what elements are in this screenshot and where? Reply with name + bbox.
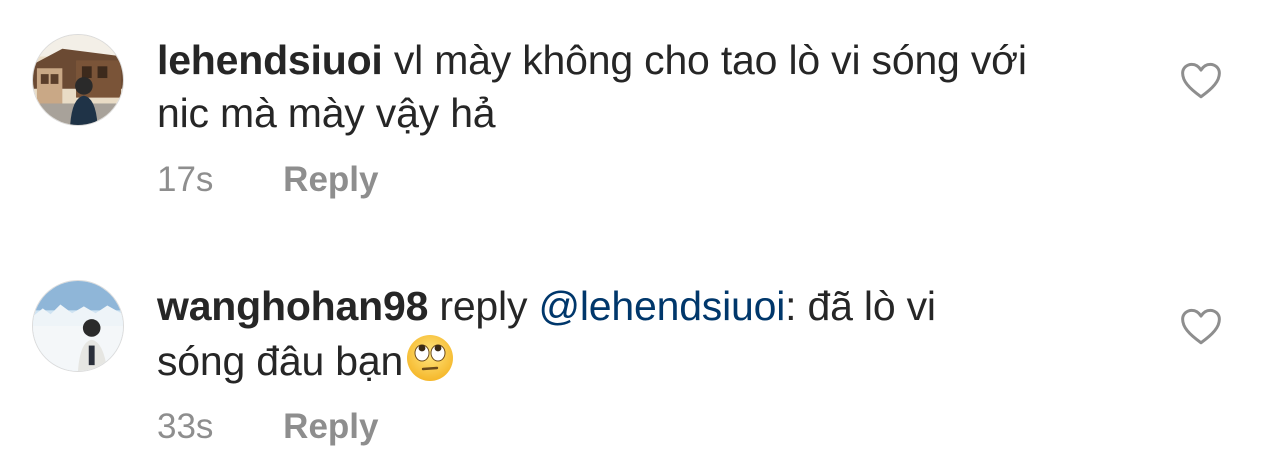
comment-meta: 17s Reply	[157, 160, 378, 200]
face-with-rolling-eyes-icon	[407, 335, 454, 381]
avatar[interactable]	[32, 34, 124, 126]
profile-photo-icon	[33, 35, 123, 125]
comment-body-line2: sóng đâu bạn	[157, 338, 404, 384]
comment-timestamp: 17s	[157, 160, 214, 199]
profile-photo-icon	[33, 281, 123, 371]
comment-item: wanghohan98 reply @lehendsiuoi: đã lò vi…	[0, 230, 1284, 461]
mention-suffix: :	[785, 283, 797, 329]
comment-username[interactable]: lehendsiuoi	[157, 37, 383, 83]
comment-meta: 33s Reply	[157, 407, 378, 447]
comment-username[interactable]: wanghohan98	[157, 283, 428, 329]
heart-outline-icon[interactable]	[1180, 61, 1222, 101]
comment-body-line2: nic mà mày vậy hả	[157, 90, 496, 136]
mention-link[interactable]: @lehendsiuoi	[538, 283, 785, 329]
comment-timestamp: 33s	[157, 407, 214, 446]
reply-button[interactable]: Reply	[283, 160, 378, 199]
comment-body-line1: đã lò vi	[807, 283, 937, 329]
comment-text: lehendsiuoi vl mày không cho tao lò vi s…	[157, 34, 1137, 140]
comment-text: wanghohan98 reply @lehendsiuoi: đã lò vi…	[157, 280, 1137, 388]
comment-body-line1: vl mày không cho tao lò vi sóng với	[393, 37, 1027, 83]
comment-item: lehendsiuoi vl mày không cho tao lò vi s…	[0, 0, 1284, 230]
reply-button[interactable]: Reply	[283, 407, 378, 446]
avatar[interactable]	[32, 280, 124, 372]
heart-outline-icon[interactable]	[1180, 307, 1222, 347]
reply-prefix: reply	[439, 283, 528, 329]
